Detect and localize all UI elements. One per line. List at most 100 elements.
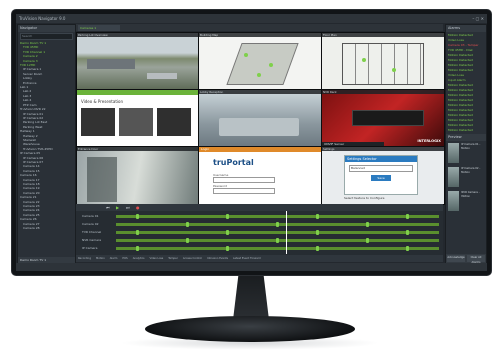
- window-controls[interactable]: – ▢ ✕: [472, 14, 484, 23]
- settings-dialog: Settings Selector Balanced Save: [344, 155, 418, 195]
- timeline-cursor[interactable]: [286, 211, 287, 254]
- previous-icon[interactable]: ⏮: [106, 205, 110, 210]
- camera-tile-entrance[interactable]: Entrance Door: [76, 146, 200, 205]
- app-titlebar: TruVision Navigator 9.0 – ▢ ✕: [16, 14, 487, 23]
- timeline-event-marker[interactable]: [276, 238, 279, 243]
- alarm-item[interactable]: Motion Detected: [448, 103, 484, 107]
- timeline-row[interactable]: TVR Channel: [76, 229, 443, 236]
- alarm-item[interactable]: Motion Detected: [448, 113, 484, 117]
- alarm-item[interactable]: Motion Detected: [448, 58, 484, 62]
- camera-tile-lobby[interactable]: Lobby Reception: [198, 89, 323, 148]
- recording-bar: [116, 231, 439, 234]
- alarm-item[interactable]: Input Alarm: [448, 78, 484, 82]
- tile-presentation[interactable]: Video & Presentation: [76, 89, 200, 148]
- camera-marker-icon[interactable]: [244, 53, 248, 57]
- reception-desk: [219, 118, 299, 136]
- alarm-item[interactable]: Video Loss: [448, 73, 484, 77]
- timeline-row[interactable]: IP Camera: [76, 245, 443, 252]
- next-icon[interactable]: ⏭: [126, 205, 130, 210]
- alarm-item[interactable]: Motion Detected: [448, 128, 484, 132]
- camera-tile-parking[interactable]: Parking Lot Overview: [76, 32, 200, 91]
- settings-select[interactable]: Balanced: [349, 165, 413, 172]
- camera-marker-icon[interactable]: [257, 73, 261, 77]
- alarm-item[interactable]: Motion Detected: [448, 83, 484, 87]
- door-frame: [87, 157, 117, 202]
- alarm-item[interactable]: Motion Detected: [448, 53, 484, 57]
- alarm-item[interactable]: Motion Detected: [448, 33, 484, 37]
- timeline-row[interactable]: Camera 02: [76, 221, 443, 228]
- parking-area: [147, 73, 177, 79]
- video-grid: Parking Lot Overview Building Map Floor …: [76, 32, 445, 205]
- presentation-title: Video & Presentation: [81, 99, 123, 104]
- timeline-event-marker[interactable]: [366, 222, 369, 227]
- timeline-event-marker[interactable]: [136, 230, 139, 235]
- preview-label: NVR Camera - Motion: [461, 191, 480, 198]
- timeline-event-marker[interactable]: [186, 238, 189, 243]
- play-icon[interactable]: ▶: [116, 205, 119, 210]
- timeline-row[interactable]: Camera 01: [76, 213, 443, 220]
- timeline-event-marker[interactable]: [406, 246, 409, 251]
- timeline-row-label: NVR Camera: [82, 238, 102, 242]
- camera-tile-nvr-rack[interactable]: NVR Rack INTERLOGIX ONVIF Server: [321, 89, 445, 148]
- alarms-panel: Alarms Motion Detected Video Loss Camera 0…: [445, 24, 487, 264]
- navigator-tree: Demo Room TV 1 TVR 45HD TVR Channel 1 Camer…: [18, 41, 75, 230]
- alarm-item[interactable]: Motion Detected: [448, 118, 484, 122]
- preview-item[interactable]: IP Camera 01 - Motion: [448, 143, 484, 165]
- presentation-header: [77, 90, 199, 95]
- legend-item: Recording: [78, 257, 91, 260]
- alarm-item[interactable]: Camera 03 - Tamper: [448, 43, 484, 47]
- tab-cameras[interactable]: Cameras 1: [78, 25, 120, 31]
- alarm-item[interactable]: Motion Detected: [448, 68, 484, 72]
- timeline-row[interactable]: NVR Camera: [76, 237, 443, 244]
- clear-alarms-button[interactable]: Clear All Alarms: [467, 255, 485, 264]
- alarms-header: Alarms: [446, 25, 486, 32]
- timeline-event-marker[interactable]: [136, 246, 139, 251]
- tile-truportal-login[interactable]: Login truPortal Username Password: [198, 146, 323, 205]
- timeline-event-marker[interactable]: [316, 230, 319, 235]
- acknowledge-button[interactable]: Acknowledge: [447, 255, 465, 262]
- alarm-item[interactable]: Motion Detected: [448, 88, 484, 92]
- truportal-logo: truPortal: [213, 158, 254, 167]
- monitor-stand-base: [145, 316, 355, 342]
- alarm-item[interactable]: Motion Detected: [448, 108, 484, 112]
- preview-item[interactable]: IP Camera 02 - Motion: [448, 167, 484, 189]
- timeline-event-marker[interactable]: [226, 214, 229, 219]
- timeline-event-marker[interactable]: [316, 246, 319, 251]
- alarm-item[interactable]: Video Loss: [448, 38, 484, 42]
- alarm-item[interactable]: Motion Detected: [448, 123, 484, 127]
- map-tile-floorplan[interactable]: Floor Plan: [321, 32, 445, 91]
- navigator-search-input[interactable]: Search: [20, 33, 73, 40]
- alarm-item[interactable]: Motion Detected: [448, 98, 484, 102]
- timeline-event-marker[interactable]: [226, 230, 229, 235]
- monitor-frame: TruVision Navigator 9.0 – ▢ ✕ Navigator …: [12, 10, 491, 275]
- legend-item: Intrusion Events: [206, 257, 228, 260]
- alarm-item[interactable]: Motion Detected: [448, 63, 484, 67]
- record-icon[interactable]: ●: [136, 205, 140, 210]
- preview-thumbnail: [448, 143, 460, 163]
- timeline-event-marker[interactable]: [316, 214, 319, 219]
- navigator-item[interactable]: Camera 28: [20, 226, 75, 230]
- tile-label: Settings: [322, 147, 444, 151]
- timeline-event-marker[interactable]: [186, 222, 189, 227]
- timeline-event-marker[interactable]: [406, 214, 409, 219]
- nvr-device: [352, 110, 424, 126]
- timeline-event-marker[interactable]: [136, 214, 139, 219]
- alarm-item[interactable]: Motion Detected: [448, 93, 484, 97]
- map-tile-building[interactable]: Building Map: [198, 32, 323, 91]
- alarm-item[interactable]: TVR 45HD - Disk: [448, 48, 484, 52]
- preview-label: IP Camera 01 - Motion: [461, 143, 481, 150]
- tile-settings[interactable]: Settings Settings Selector Balanced Save…: [321, 146, 445, 205]
- settings-save-button[interactable]: Save: [371, 175, 391, 181]
- camera-marker-icon[interactable]: [392, 68, 396, 72]
- preview-item[interactable]: NVR Camera - Motion: [448, 191, 484, 213]
- timeline-event-marker[interactable]: [276, 222, 279, 227]
- tile-label: Floor Plan: [322, 33, 444, 37]
- legend-item: Tamper: [168, 257, 178, 260]
- timeline-event-marker[interactable]: [406, 230, 409, 235]
- username-field[interactable]: [213, 177, 275, 183]
- camera-marker-icon[interactable]: [362, 58, 366, 62]
- timeline-event-marker[interactable]: [226, 246, 229, 251]
- timeline-event-marker[interactable]: [366, 238, 369, 243]
- camera-marker-icon[interactable]: [269, 63, 273, 67]
- password-field[interactable]: [213, 188, 275, 194]
